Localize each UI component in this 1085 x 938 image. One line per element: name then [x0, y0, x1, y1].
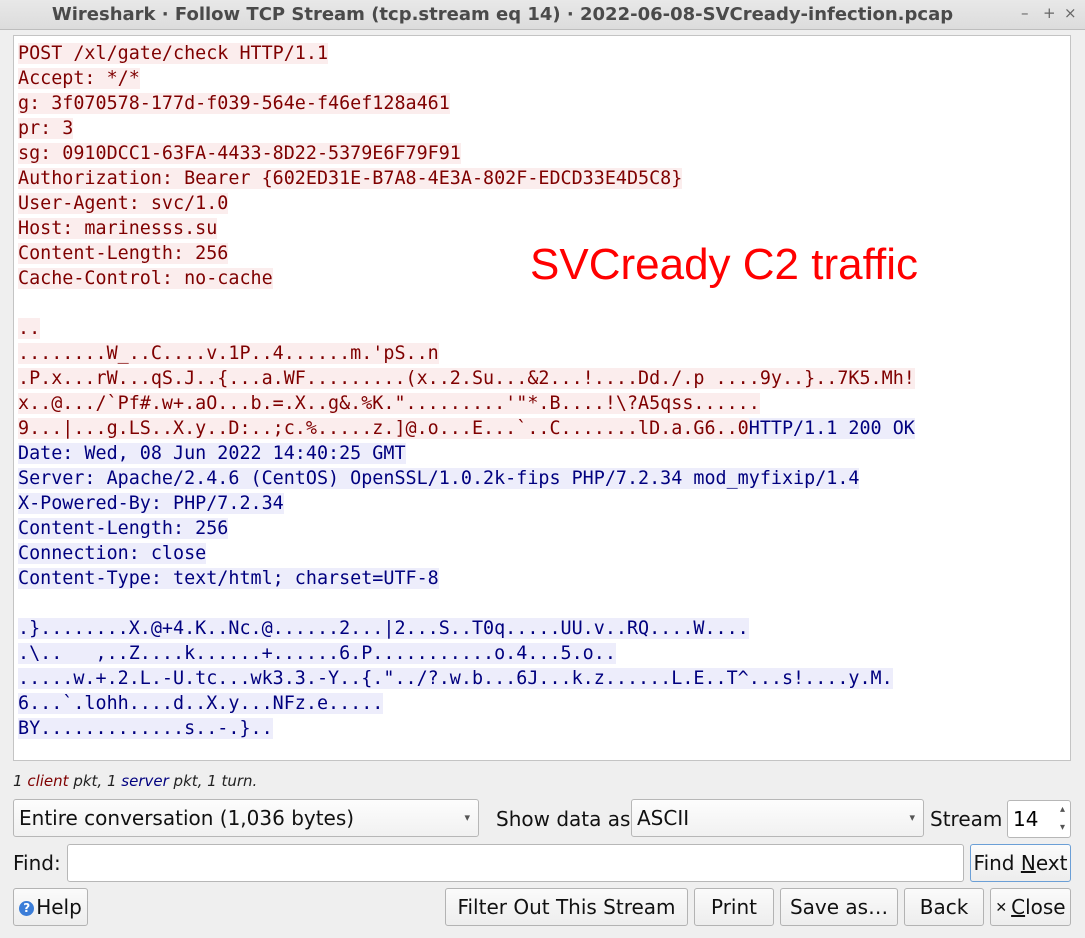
show-data-label: Show data as: [496, 807, 631, 831]
stream-line: 9...|...g.LS..X.y..D:..;c.%.....z.]@.o..…: [18, 416, 1070, 441]
title-bar: Wireshark · Follow TCP Stream (tcp.strea…: [0, 0, 1085, 30]
client-data: Authorization: Bearer {602ED31E-B7A8-4E3…: [18, 168, 683, 189]
conversation-select-value: Entire conversation (1,036 bytes): [19, 806, 355, 830]
stream-line: 6...`.lohh....d..X.y...NFz.e.....: [18, 691, 1070, 716]
stream-text: POST /xl/gate/check HTTP/1.1 Accept: */* g…: [14, 36, 1070, 741]
server-data: Content-Type: text/html; charset=UTF-8: [18, 568, 439, 589]
help-icon: ?: [19, 901, 35, 916]
client-data: ........W_..C....v.1P..4......m.'pS..n: [18, 343, 439, 364]
stream-line: X-Powered-By: PHP/7.2.34: [18, 491, 1070, 516]
server-data: X-Powered-By: PHP/7.2.34: [18, 493, 284, 514]
stream-number-value: 14: [1013, 807, 1039, 831]
minimize-icon[interactable]: –: [1021, 4, 1029, 22]
server-data: [18, 593, 29, 614]
client-data: POST /xl/gate/check HTTP/1.1: [18, 43, 329, 64]
window-close-icon[interactable]: ×: [1064, 4, 1077, 22]
server-data: Content-Length: 256: [18, 518, 229, 539]
client-data: ..: [18, 318, 41, 339]
spin-up-icon[interactable]: ▴: [1060, 803, 1065, 817]
client-data: Cache-Control: no-cache: [18, 268, 273, 289]
stream-line: pr: 3: [18, 116, 1070, 141]
close-icon: ✕: [995, 900, 1008, 916]
client-data: User-Agent: svc/1.0: [18, 193, 229, 214]
stream-line: x..@.../`Pf#.w+.aO...b.=.X..g&.%K.".....…: [18, 391, 1070, 416]
find-label: Find:: [13, 851, 61, 875]
server-data: .}........X.@+4.K..Nc.@......2...|2...S.…: [18, 618, 749, 639]
server-data: .....w.+.2.L.-U.tc...wk3.3.-Y..{."../?.w…: [18, 668, 893, 689]
stream-line: Content-Type: text/html; charset=UTF-8: [18, 566, 1070, 591]
find-input[interactable]: [67, 844, 964, 882]
close-button[interactable]: ✕ Close: [990, 888, 1071, 926]
stream-line: [18, 291, 1070, 316]
back-button[interactable]: Back: [904, 888, 984, 926]
stream-line: g: 3f070578-177d-f039-564e-f46ef128a461: [18, 91, 1070, 116]
client-data: sg: 0910DCC1-63FA-4433-8D22-5379E6F79F91: [18, 143, 461, 164]
server-data: .\.. ,..Z....k......+......6.P..........…: [18, 643, 616, 664]
client-data: Host: marinesss.su: [18, 218, 218, 239]
stream-line: ........W_..C....v.1P..4......m.'pS..n: [18, 341, 1070, 366]
client-data: pr: 3: [18, 118, 74, 139]
stream-line: Server: Apache/2.4.6 (CentOS) OpenSSL/1.…: [18, 466, 1070, 491]
show-data-value: ASCII: [637, 806, 690, 830]
find-next-button[interactable]: Find Next: [970, 844, 1071, 882]
window-title: Wireshark · Follow TCP Stream (tcp.strea…: [51, 4, 954, 25]
client-data: g: 3f070578-177d-f039-564e-f46ef128a461: [18, 93, 450, 114]
stream-line: .}........X.@+4.K..Nc.@......2...|2...S.…: [18, 616, 1070, 641]
chevron-down-icon: ▾: [909, 811, 915, 824]
chevron-down-icon: ▾: [464, 811, 470, 824]
server-data: Connection: close: [18, 543, 207, 564]
save-as-button[interactable]: Save as…: [780, 888, 898, 926]
stream-line: Authorization: Bearer {602ED31E-B7A8-4E3…: [18, 166, 1070, 191]
stream-line: .P.x...rW...qS.J..{...a.WF.........(x..2…: [18, 366, 1070, 391]
print-button[interactable]: Print: [694, 888, 774, 926]
stream-line: Host: marinesss.su: [18, 216, 1070, 241]
stream-line: ..: [18, 316, 1070, 341]
show-data-select[interactable]: ASCII ▾: [631, 799, 924, 837]
annotation-label: SVCready C2 traffic: [530, 240, 919, 289]
maximize-icon[interactable]: +: [1043, 4, 1056, 22]
server-data: HTTP/1.1 200 OK: [748, 418, 915, 439]
stream-line: [18, 591, 1070, 616]
stream-stats: 1 client pkt, 1 server pkt, 1 turn.: [13, 772, 258, 790]
server-data: BY.............s..-.}..: [18, 718, 273, 739]
server-data: 6...`.lohh....d..X.y...NFz.e.....: [18, 693, 384, 714]
client-data: Accept: */*: [18, 68, 140, 89]
stream-line: Date: Wed, 08 Jun 2022 14:40:25 GMT: [18, 441, 1070, 466]
stream-line: User-Agent: svc/1.0: [18, 191, 1070, 216]
client-data: [18, 293, 29, 314]
stream-line: POST /xl/gate/check HTTP/1.1: [18, 41, 1070, 66]
stream-line: Content-Length: 256: [18, 516, 1070, 541]
spin-down-icon[interactable]: ▾: [1060, 821, 1065, 835]
client-data: Content-Length: 256: [18, 243, 229, 264]
stream-number-spinner[interactable]: 14 ▴ ▾: [1007, 800, 1071, 838]
stream-line: .....w.+.2.L.-U.tc...wk3.3.-Y..{."../?.w…: [18, 666, 1070, 691]
client-data: x..@.../`Pf#.w+.aO...b.=.X..g&.%K.".....…: [18, 393, 760, 414]
stream-line: Accept: */*: [18, 66, 1070, 91]
stream-line: sg: 0910DCC1-63FA-4433-8D22-5379E6F79F91: [18, 141, 1070, 166]
stream-line: BY.............s..-.}..: [18, 716, 1070, 741]
help-button[interactable]: ? Help: [13, 888, 88, 926]
stream-line: Connection: close: [18, 541, 1070, 566]
server-data: Server: Apache/2.4.6 (CentOS) OpenSSL/1.…: [18, 468, 860, 489]
client-data: .P.x...rW...qS.J..{...a.WF.........(x..2…: [18, 368, 915, 389]
stream-content-view[interactable]: POST /xl/gate/check HTTP/1.1 Accept: */* g…: [13, 35, 1071, 761]
server-data: Date: Wed, 08 Jun 2022 14:40:25 GMT: [18, 443, 406, 464]
stream-label: Stream: [930, 807, 1003, 831]
filter-out-stream-button[interactable]: Filter Out This Stream: [445, 888, 688, 926]
client-data: 9...|...g.LS..X.y..D:..;c.%.....z.]@.o..…: [18, 418, 749, 439]
conversation-select[interactable]: Entire conversation (1,036 bytes) ▾: [13, 799, 479, 837]
stream-line: .\.. ,..Z....k......+......6.P..........…: [18, 641, 1070, 666]
